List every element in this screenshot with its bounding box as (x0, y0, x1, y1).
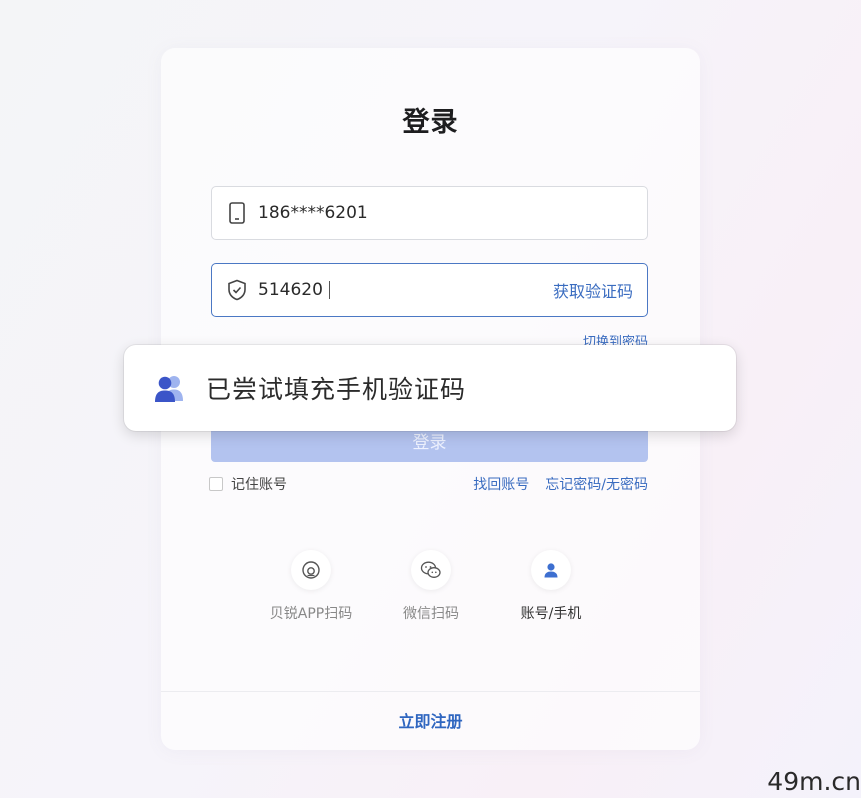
verification-code-field[interactable]: 514620 获取验证码 (211, 263, 648, 317)
page-title: 登录 (402, 107, 459, 138)
method-label: 微信扫码 (403, 606, 459, 622)
text-caret (328, 281, 330, 299)
verification-code-value[interactable]: 514620 (258, 280, 323, 300)
remember-label: 记住账号 (231, 477, 287, 493)
phone-icon (226, 202, 248, 224)
phone-field[interactable] (211, 186, 648, 240)
method-app-scan[interactable]: 贝锐APP扫码 (256, 550, 366, 623)
divider (161, 691, 700, 692)
method-label: 贝锐APP扫码 (269, 606, 353, 622)
toast-message: 已尝试填充手机验证码 (206, 375, 467, 404)
remember-account[interactable]: 记住账号 (209, 474, 287, 494)
method-label: 账号/手机 (520, 606, 582, 622)
find-account-link[interactable]: 找回账号 (473, 474, 529, 494)
register-link[interactable]: 立即注册 (161, 708, 700, 732)
method-wechat[interactable]: 微信扫码 (376, 550, 486, 623)
watermark: 49m.cn (767, 767, 861, 796)
wechat-icon[interactable] (411, 550, 451, 590)
remember-checkbox[interactable] (209, 477, 223, 491)
get-code-button[interactable]: 获取验证码 (553, 278, 633, 302)
shield-icon (226, 279, 248, 301)
phone-input[interactable] (258, 203, 633, 223)
account-links: 找回账号 忘记密码/无密码 (473, 474, 648, 494)
user-icon[interactable] (531, 550, 571, 590)
method-account-phone[interactable]: 账号/手机 (496, 550, 606, 623)
forgot-password-link[interactable]: 忘记密码/无密码 (545, 474, 648, 494)
users-icon (152, 371, 186, 405)
autofill-toast: 已尝试填充手机验证码 (124, 345, 736, 431)
app-scan-icon[interactable] (291, 550, 331, 590)
login-methods: 贝锐APP扫码 微信扫码 账号/手机 (256, 550, 606, 623)
